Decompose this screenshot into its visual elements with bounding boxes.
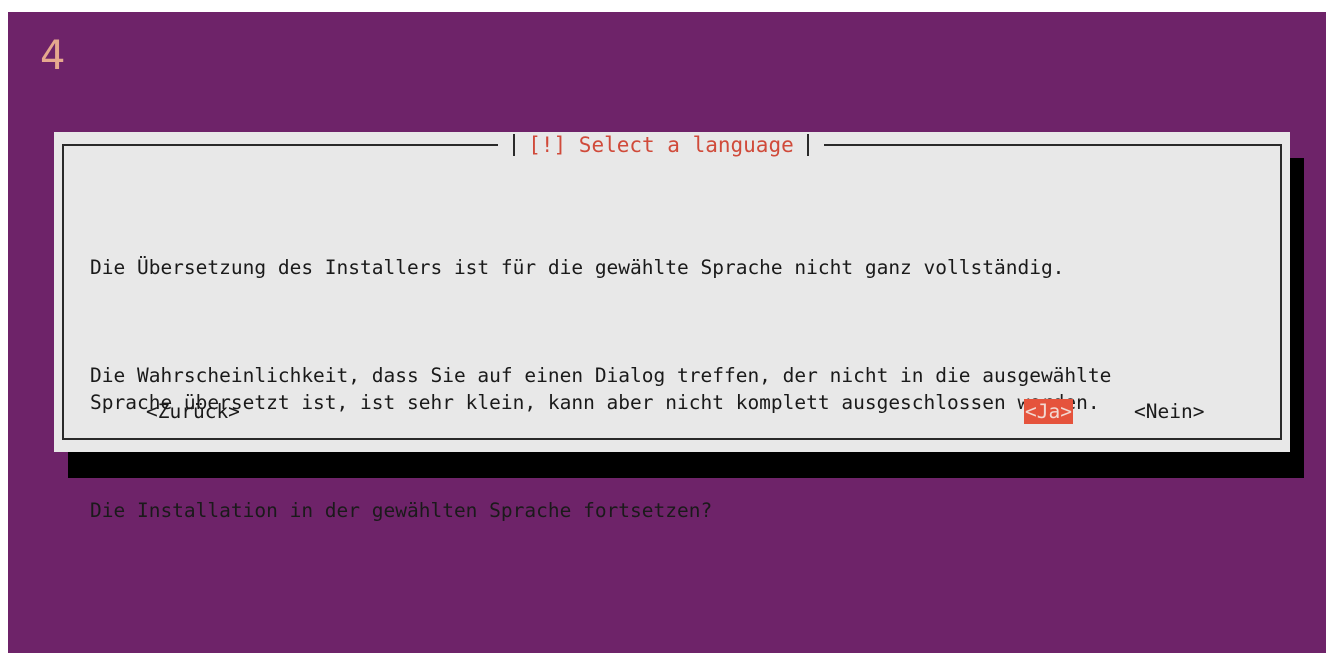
title-right-tick: [806, 134, 809, 156]
message-paragraph: Die Wahrscheinlichkeit, dass Sie auf ein…: [90, 364, 1112, 414]
frame-top-left-line: [64, 144, 498, 146]
installer-screen: 4 [!] Select a language Die Übersetzung …: [8, 12, 1326, 653]
dialog-title: [!] Select a language: [528, 133, 794, 157]
no-button[interactable]: <Nein>: [1134, 399, 1204, 424]
dialog-title-bar: [!] Select a language: [498, 132, 824, 158]
step-number: 4: [40, 33, 66, 79]
back-button[interactable]: <Zurück>: [146, 399, 240, 424]
language-dialog: [!] Select a language Die Übersetzung de…: [54, 132, 1290, 522]
message-paragraph: Die Installation in der gewählten Sprach…: [90, 499, 713, 522]
message-paragraph: Die Übersetzung des Installers ist für d…: [90, 256, 1065, 279]
dialog-frame: [!] Select a language Die Übersetzung de…: [62, 133, 1282, 522]
yes-button[interactable]: <Ja>: [1024, 399, 1073, 424]
frame-top-right-line: [824, 144, 1280, 146]
dialog-message: Die Übersetzung des Installers ist für d…: [90, 200, 1254, 605]
